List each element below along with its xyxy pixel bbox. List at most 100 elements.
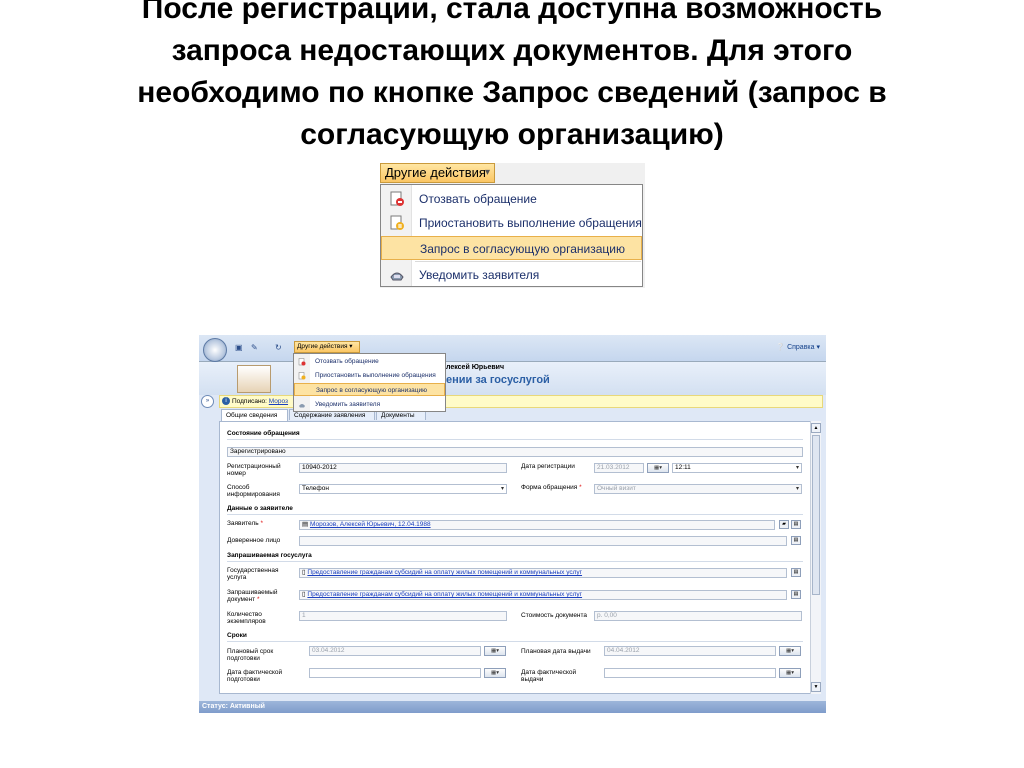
applicant-link[interactable]: Морозов, Алексей Юрьевич, 12.04.1988 <box>310 521 431 528</box>
menu-item-label: Отозвать обращение <box>419 192 537 206</box>
expand-nav-button[interactable]: » <box>201 395 214 408</box>
contact-icon: ▤ <box>302 521 309 528</box>
other-actions-menu-small: Отозвать обращение Приостановить выполне… <box>293 353 446 412</box>
state-field: Зарегистрировано <box>227 447 803 457</box>
req-doc-link[interactable]: Предоставление гражданам субсидий на опл… <box>307 591 582 598</box>
slide-title: После регистрации, стала доступна возмож… <box>137 0 887 151</box>
plan-prep-field[interactable]: 03.04.2012 <box>309 646 481 656</box>
calendar-icon[interactable]: ▦▾ <box>779 668 801 678</box>
tab-general[interactable]: Общие сведения <box>221 409 288 421</box>
actual-prep-label: Дата фактической подготовки <box>227 669 283 683</box>
actual-issue-field[interactable] <box>604 668 776 678</box>
edit-icon[interactable]: ✎ <box>251 343 260 352</box>
dropdown-zoom: Другие действия ▾ Отозвать обращение При… <box>380 163 645 288</box>
other-actions-button-small[interactable]: Другие действия ▾ <box>294 341 360 353</box>
scroll-up-icon[interactable]: ▲ <box>811 423 821 433</box>
menu-item-pause[interactable]: Приостановить выполнение обращения <box>381 211 642 235</box>
method-select[interactable]: Телефон ▾ <box>299 484 507 494</box>
menu-item-notify[interactable]: Уведомить заявителя <box>381 263 642 287</box>
reg-date-field[interactable]: 21.03.2012 <box>594 463 644 473</box>
scroll-down-icon[interactable]: ▼ <box>811 682 821 692</box>
header-subtitle: ении за госуслугой <box>446 374 550 386</box>
copies-field[interactable]: 1 <box>299 611 507 621</box>
app-window: ▣ ✎ ↻ Другие действия ▾ ❔ Справка ▾ лекс… <box>199 335 826 713</box>
plan-issue-field[interactable]: 04.04.2012 <box>604 646 776 656</box>
cost-field[interactable]: р. 0,00 <box>594 611 802 621</box>
calendar-icon[interactable]: ▦▾ <box>484 646 506 656</box>
copies-label: Количество экземпляров <box>227 611 266 625</box>
lookup-icon[interactable]: ▤ <box>791 590 801 599</box>
other-actions-label: Другие действия <box>385 165 486 180</box>
reg-number-field[interactable]: 10940-2012 <box>299 463 507 473</box>
recall-doc-icon <box>390 191 404 206</box>
header-name: лексей Юрьевич <box>446 364 505 371</box>
status-bar: Статус: Активный <box>199 701 826 713</box>
reg-date-label: Дата регистрации <box>521 463 575 470</box>
menu-item-request-org[interactable]: Запрос в согласующую организацию <box>381 236 642 260</box>
menu-item-label: Запрос в согласующую организацию <box>420 242 625 256</box>
save-icon[interactable]: ▣ <box>235 343 244 352</box>
menu-item-label: Приостановить выполнение обращения <box>315 372 436 379</box>
record-icon <box>237 365 271 393</box>
menu-item-label: Запрос в согласующую организацию <box>316 387 428 394</box>
help-link[interactable]: ❔ Справка ▾ <box>776 343 820 351</box>
office-orb-button[interactable] <box>203 338 227 362</box>
form-select[interactable]: Очный визит ▾ <box>594 484 802 494</box>
menu-item-label: Уведомить заявителя <box>315 401 381 408</box>
pause-doc-icon <box>390 215 404 230</box>
menu-item-recall[interactable]: Отозвать обращение <box>294 355 445 368</box>
section-service: Запрашиваемая госуслуга <box>227 552 312 559</box>
applicant-label: Заявитель * <box>227 520 263 527</box>
reg-time-field[interactable]: 12:11 ▾ <box>672 463 802 473</box>
chevron-down-icon: ▾ <box>484 167 490 178</box>
actual-prep-field[interactable] <box>309 668 481 678</box>
menu-item-label: Отозвать обращение <box>315 358 379 365</box>
applicant-field[interactable]: ▤ Морозов, Алексей Юрьевич, 12.04.1988 <box>299 520 775 530</box>
section-terms: Сроки <box>227 632 247 639</box>
menu-item-request-org[interactable]: Запрос в согласующую организацию <box>294 383 445 396</box>
trustee-field[interactable] <box>299 536 787 546</box>
pause-doc-icon <box>298 372 306 380</box>
recall-doc-icon <box>298 358 306 366</box>
lookup-icon[interactable]: ▤ <box>791 520 801 529</box>
gov-service-field[interactable]: ▯ Предоставление гражданам субсидий на о… <box>299 568 787 578</box>
calendar-icon[interactable]: ▦▾ <box>484 668 506 678</box>
notify-phone-icon <box>390 272 404 281</box>
req-doc-label: Запрашиваемый документ * <box>227 589 278 603</box>
menu-item-label: Уведомить заявителя <box>419 268 540 282</box>
general-form: Состояние обращения Зарегистрировано Рег… <box>219 421 818 694</box>
menu-item-notify[interactable]: Уведомить заявителя <box>294 398 445 411</box>
document-icon: ▯ <box>302 569 306 576</box>
menu-item-label: Приостановить выполнение обращения <box>419 216 642 230</box>
info-icon: i <box>222 397 230 405</box>
form-scrollbar[interactable]: ▲ ▼ <box>810 421 821 694</box>
section-status: Состояние обращения <box>227 430 300 437</box>
menu-item-pause[interactable]: Приостановить выполнение обращения <box>294 369 445 382</box>
notice-prefix: Подписано: <box>232 398 267 405</box>
reg-number-label: Регистрационный номер <box>227 463 281 477</box>
chevron-down-icon: ▾ <box>795 486 799 492</box>
other-actions-button[interactable]: Другие действия ▾ <box>380 163 495 183</box>
trustee-label: Доверенное лицо <box>227 537 281 544</box>
method-label: Способ информирования <box>227 484 280 498</box>
actual-issue-label: Дата фактической выдачи <box>521 669 577 683</box>
help-label: Справка <box>787 344 815 351</box>
other-actions-menu: Отозвать обращение Приостановить выполне… <box>380 184 643 287</box>
cost-label: Стоимость документа <box>521 612 588 619</box>
plan-prep-label: Плановый срок подготовки <box>227 648 274 662</box>
refresh-icon[interactable]: ↻ <box>275 343 284 352</box>
req-doc-field[interactable]: ▯ Предоставление гражданам субсидий на о… <box>299 590 787 600</box>
scroll-thumb[interactable] <box>812 435 820 595</box>
calendar-icon[interactable]: ▦▾ <box>779 646 801 656</box>
signed-by-link[interactable]: Мороз <box>269 398 288 405</box>
lookup-icon[interactable]: ▤ <box>791 536 801 545</box>
lookup-icon[interactable]: ▤ <box>791 568 801 577</box>
menu-item-recall[interactable]: Отозвать обращение <box>381 187 642 211</box>
chevron-down-icon: ▾ <box>500 486 504 492</box>
form-label: Форма обращения * <box>521 484 582 491</box>
folder-icon[interactable]: ▰ <box>779 520 789 529</box>
other-actions-label: Другие действия <box>297 343 348 350</box>
help-icon: ❔ <box>776 344 786 351</box>
gov-service-link[interactable]: Предоставление гражданам субсидий на опл… <box>307 569 582 576</box>
calendar-icon[interactable]: ▦▾ <box>647 463 669 473</box>
